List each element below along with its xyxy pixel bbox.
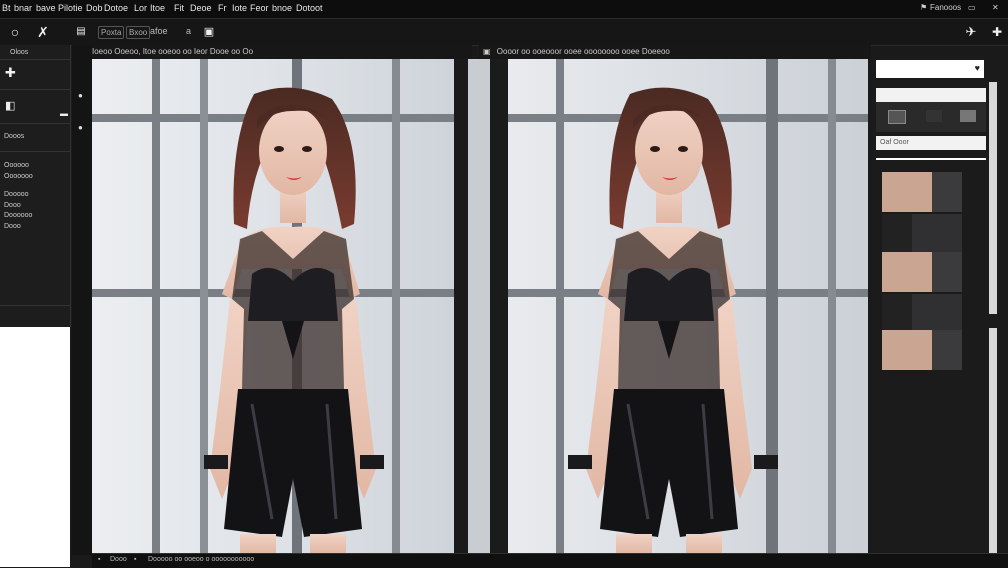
right-panel: ♥ Oaf Ooor [872, 58, 1008, 567]
divider [0, 59, 70, 60]
option-text[interactable]: Dooooo [4, 191, 29, 198]
menu-item[interactable]: Bt [2, 3, 11, 13]
option-text[interactable]: Ooooooo [4, 173, 33, 180]
cursor-tool-icon[interactable]: ✗ [34, 23, 52, 41]
thumbnail[interactable] [882, 172, 962, 212]
divider [0, 151, 70, 152]
menu-item[interactable]: bnar [14, 3, 32, 13]
toolbar: ○ ✗ ▤ Poxta Bxoo afoe a ▣ ✈ ✚ [0, 19, 1008, 46]
scrollbar[interactable] [989, 328, 997, 558]
menu-bar: Bt bnar bave Pilotie Dob Dotoe Lor Itoe … [0, 0, 1008, 19]
pane-gutter [454, 59, 468, 553]
thumbnail[interactable] [882, 252, 962, 292]
divider [0, 305, 70, 306]
divider [876, 158, 986, 160]
close-icon[interactable]: ✕ [992, 3, 999, 12]
thumbnail[interactable] [882, 214, 962, 254]
swatch[interactable] [926, 110, 942, 122]
option-text[interactable]: Dooo [4, 202, 21, 209]
menu-item[interactable]: Deoe [190, 3, 212, 13]
account-label[interactable]: Fanooos [930, 3, 961, 12]
menu-item[interactable]: Dotoot [296, 3, 323, 13]
right-pane-header: ▣ Oooor oo ooeooor ooee oooooooo ooee Do… [479, 45, 871, 59]
menu-item[interactable]: Dotoe [104, 3, 128, 13]
option-text[interactable]: Doooooo [4, 212, 32, 219]
portrait-photo-right [508, 59, 868, 553]
thumbnail[interactable] [882, 294, 962, 334]
menu-item[interactable]: Lor [134, 3, 147, 13]
ruler-strip: ● ● [72, 45, 92, 555]
search-field[interactable]: ♥ [876, 60, 984, 78]
menu-item[interactable]: Fr [218, 3, 227, 13]
menu-item[interactable]: bave [36, 3, 56, 13]
option-label: afoe [150, 26, 168, 36]
option-letter[interactable]: a [186, 26, 191, 36]
pane-icon: ▣ [483, 47, 491, 56]
left-canvas[interactable] [92, 59, 454, 553]
thumbnail[interactable] [882, 330, 962, 370]
menu-item[interactable]: Dob [86, 3, 103, 13]
portrait-photo-left [92, 59, 454, 553]
left-panel: Oloos ✚ ◧ ▬ Dooos Oooooo Ooooooo Dooooo … [0, 45, 71, 327]
pane-title: Oooor oo ooeooor ooee oooooooo ooee Doee… [496, 47, 670, 56]
move-tool-icon[interactable]: ✚ [5, 65, 16, 81]
dot-icon[interactable]: ● [78, 123, 83, 132]
heart-icon[interactable]: ♥ [975, 63, 980, 73]
minimize-icon[interactable]: ▭ [968, 3, 976, 12]
status-text: Dooooo oo ooeoo o ooooooooooo [148, 556, 255, 563]
circle-tool-icon[interactable]: ○ [6, 23, 24, 41]
menu-item[interactable]: bnoe [272, 3, 292, 13]
plus-icon[interactable]: ✚ [988, 23, 1006, 41]
divider [0, 89, 70, 90]
layer-icon[interactable]: ▤ [72, 23, 90, 41]
panel-title: Oloos [10, 49, 29, 56]
pane-title: Ioeoo Ooeoo, Itoe ooeoo oo Ieor Dooe oo … [92, 47, 254, 56]
status-text: Dooo [110, 556, 127, 563]
divider [0, 123, 70, 124]
preset-box[interactable]: Poxta [98, 26, 125, 39]
pane-gutter [490, 59, 508, 553]
swatch[interactable] [960, 110, 976, 122]
section-header [876, 88, 986, 102]
frame-tool-icon[interactable]: ◧ [5, 99, 15, 112]
menu-item[interactable]: Itoe [150, 3, 165, 13]
swatch[interactable] [888, 110, 906, 124]
swatch-row [876, 102, 986, 132]
flag-icon[interactable]: ⚑ [920, 3, 927, 12]
right-canvas[interactable] [508, 59, 868, 553]
status-bar: ▪ Dooo ▪ Dooooo oo ooeoo o ooooooooooo [92, 553, 1008, 568]
gap-strip [468, 59, 490, 553]
status-icon: ▪ [98, 556, 101, 563]
menu-item[interactable]: Feor [250, 3, 269, 13]
menu-item[interactable]: Fit [174, 3, 184, 13]
dot-icon[interactable]: ● [78, 91, 83, 100]
menu-item[interactable]: Pilotie [58, 3, 83, 13]
menu-item[interactable]: Iote [232, 3, 247, 13]
layers-label[interactable]: Dooos [4, 133, 24, 140]
left-pane-header: Ioeoo Ooeoo, Itoe ooeoo oo Ieor Dooe oo … [92, 45, 472, 59]
empty-panel [0, 327, 70, 567]
section-header: Oaf Ooor [876, 136, 986, 150]
option-text[interactable]: Oooooo [4, 162, 29, 169]
option-text[interactable]: Dooo [4, 223, 21, 230]
mode-box[interactable]: Bxoo [126, 26, 151, 39]
bird-icon[interactable]: ✈ [962, 23, 980, 41]
panel-icon[interactable]: ▣ [200, 23, 218, 41]
status-icon: ▪ [134, 556, 137, 563]
dash-icon: ▬ [60, 109, 68, 118]
scrollbar[interactable] [989, 82, 997, 314]
